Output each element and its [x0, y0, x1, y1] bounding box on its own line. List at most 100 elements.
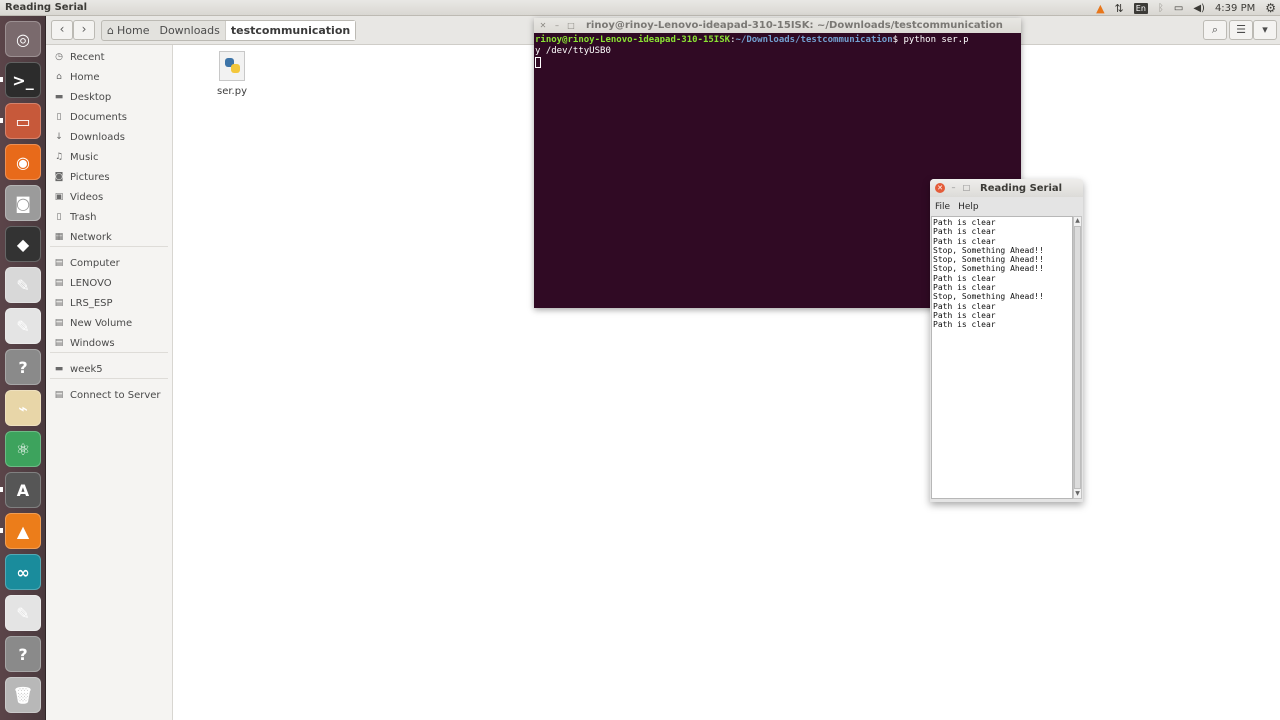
circuit-icon: ⌁: [18, 398, 28, 418]
scroll-thumb[interactable]: [1074, 226, 1081, 489]
sidebar-item-windows[interactable]: ▤ Windows: [46, 333, 172, 353]
chevron-right-icon: ›: [81, 22, 87, 36]
text-editor-launcher[interactable]: ✎: [5, 308, 41, 344]
software-center-icon: A: [16, 480, 30, 500]
terminal-titlebar[interactable]: ✕ – □ rinoy@rinoy-Lenovo-ideapad-310-15I…: [534, 18, 1021, 33]
trash-launcher[interactable]: 🗑: [5, 677, 41, 713]
files-launcher[interactable]: ▭: [5, 103, 41, 139]
server-icon: ▤: [54, 390, 64, 400]
scroll-up-icon[interactable]: ▲: [1074, 217, 1081, 225]
breadcrumb-testcommunication[interactable]: testcommunication: [224, 21, 356, 40]
minimize-icon[interactable]: –: [949, 183, 958, 193]
sidebar-item-lrs-esp[interactable]: ▤ LRS_ESP: [46, 293, 172, 313]
back-button[interactable]: ‹: [51, 20, 73, 40]
breadcrumb-home[interactable]: ⌂ Home: [102, 21, 154, 40]
terminal-line: rinoy@rinoy-Lenovo-ideapad-310-15ISK:~/D…: [535, 35, 1020, 46]
sidebar-item-music[interactable]: ♫ Music: [46, 147, 172, 167]
sidebar-item-home[interactable]: ⌂ Home: [46, 67, 172, 87]
breadcrumb-downloads-label: Downloads: [159, 24, 220, 37]
serial-window-title: Reading Serial: [980, 182, 1063, 194]
clock[interactable]: 4:39 PM: [1215, 3, 1255, 14]
serial-line: Stop, Something Ahead!!: [933, 292, 1044, 302]
menu-help[interactable]: Help: [958, 202, 979, 212]
running-indicator: [0, 487, 3, 492]
bluetooth-icon[interactable]: ᛒ: [1158, 3, 1164, 14]
arduino-launcher[interactable]: ∞: [5, 554, 41, 590]
minimize-icon[interactable]: –: [552, 21, 562, 31]
music-icon: ♫: [54, 152, 64, 162]
close-icon[interactable]: ✕: [935, 183, 945, 193]
sidebar-divider: [50, 378, 168, 379]
chevron-down-icon: ▾: [1262, 23, 1268, 36]
firefox-launcher[interactable]: ◉: [5, 144, 41, 180]
vlc-launcher[interactable]: ▲: [5, 513, 41, 549]
sidebar-item-lenovo[interactable]: ▤ LENOVO: [46, 273, 172, 293]
sidebar-item-connect-to-server[interactable]: ▤ Connect to Server: [46, 385, 172, 405]
sidebar-item-documents[interactable]: ▯ Documents: [46, 107, 172, 127]
serial-line: Path is clear: [933, 320, 996, 330]
text-editor-2-launcher[interactable]: ✎: [5, 595, 41, 631]
vlc-tray-icon[interactable]: ▲: [1096, 2, 1104, 15]
menu-file[interactable]: File: [935, 202, 950, 212]
camera-launcher[interactable]: ◙: [5, 185, 41, 221]
battery-icon[interactable]: ▭: [1174, 3, 1183, 14]
sidebar-item-pictures[interactable]: ◙ Pictures: [46, 167, 172, 187]
gear-icon[interactable]: ⚙: [1265, 1, 1276, 15]
firefox-icon: ◉: [16, 152, 30, 172]
view-options-button[interactable]: ▾: [1253, 20, 1277, 40]
sidebar-item-downloads[interactable]: ↓ Downloads: [46, 127, 172, 147]
close-icon[interactable]: ✕: [538, 21, 548, 31]
top-panel: Reading Serial ▲ ⇅ En ᛒ ▭ ◀) 4:39 PM ⚙: [0, 0, 1280, 16]
terminal-line: [535, 57, 1020, 68]
sidebar-item-label: Videos: [70, 191, 104, 203]
sidebar-item-network[interactable]: ▦ Network: [46, 227, 172, 247]
network-arrows-icon[interactable]: ⇅: [1115, 2, 1124, 15]
volume-icon[interactable]: ◀): [1193, 3, 1205, 14]
forward-button[interactable]: ›: [73, 20, 95, 40]
search-button[interactable]: ⌕: [1203, 20, 1227, 40]
serial-titlebar[interactable]: ✕ – □ Reading Serial: [930, 179, 1083, 197]
serial-line: Path is clear: [933, 310, 996, 320]
sidebar-item-desktop[interactable]: ▬ Desktop: [46, 87, 172, 107]
unknown-2-launcher[interactable]: ?: [5, 636, 41, 672]
drive-icon: ▤: [54, 318, 64, 328]
camera-icon: ◙: [15, 193, 31, 213]
sidebar-item-week5[interactable]: ▬ week5: [46, 359, 172, 379]
file-cabinet-icon: ▭: [15, 111, 31, 131]
maximize-icon[interactable]: □: [566, 21, 576, 31]
serial-scrollbar[interactable]: ▲ ▼: [1073, 216, 1082, 499]
keyboard-layout-indicator[interactable]: En: [1133, 2, 1148, 14]
editor-launcher[interactable]: ✎: [5, 267, 41, 303]
inkscape-launcher[interactable]: ◆: [5, 226, 41, 262]
software-updater-launcher[interactable]: A: [5, 472, 41, 508]
list-view-button[interactable]: ☰: [1229, 20, 1253, 40]
terminal-launcher[interactable]: >_: [5, 62, 41, 98]
serial-line: Stop, Something Ahead!!: [933, 264, 1044, 274]
download-icon: ↓: [55, 132, 63, 142]
sidebar-item-label: Music: [70, 151, 99, 163]
scroll-down-icon[interactable]: ▼: [1074, 490, 1081, 498]
maximize-icon[interactable]: □: [962, 183, 971, 193]
document-icon: ▯: [56, 112, 62, 122]
file-manager-sidebar: ◷ Recent ⌂ Home ▬ Desktop ▯ Documents ↓ Downloads…: [46, 45, 173, 720]
dash-launcher[interactable]: ◎: [5, 21, 41, 57]
terminal-title: rinoy@rinoy-Lenovo-ideapad-310-15ISK: ~/…: [586, 20, 1003, 31]
command-text: python ser.p: [903, 35, 969, 45]
breadcrumb-downloads[interactable]: Downloads: [154, 21, 224, 40]
home-icon: ⌂: [107, 24, 114, 37]
sidebar-item-recent[interactable]: ◷ Recent: [46, 47, 172, 67]
launcher: ◎ >_ ▭ ◉ ◙ ◆ ✎ ✎? ⌁ ⚛ A ▲ ∞ ✎? 🗑: [0, 16, 46, 720]
sidebar-item-new-volume[interactable]: ▤ New Volume: [46, 313, 172, 333]
sidebar-item-videos[interactable]: ▣ Videos: [46, 187, 172, 207]
sidebar-item-trash[interactable]: ▯ Trash: [46, 207, 172, 227]
sidebar-item-computer[interactable]: ▤ Computer: [46, 253, 172, 273]
atom-launcher[interactable]: ⚛: [5, 431, 41, 467]
file-item[interactable]: ser.py: [212, 51, 252, 97]
unknown-launcher[interactable]: ?: [5, 349, 41, 385]
prompt-user: rinoy@rinoy-Lenovo-ideapad-310-15ISK: [535, 35, 731, 45]
serial-output-text[interactable]: Path is clear Path is clear Path is clear S…: [931, 216, 1073, 499]
terminal-line: y /dev/ttyUSB0: [535, 46, 611, 56]
fritzing-launcher[interactable]: ⌁: [5, 390, 41, 426]
terminal-icon: >_: [12, 70, 34, 90]
drive-icon: ▤: [54, 338, 64, 348]
